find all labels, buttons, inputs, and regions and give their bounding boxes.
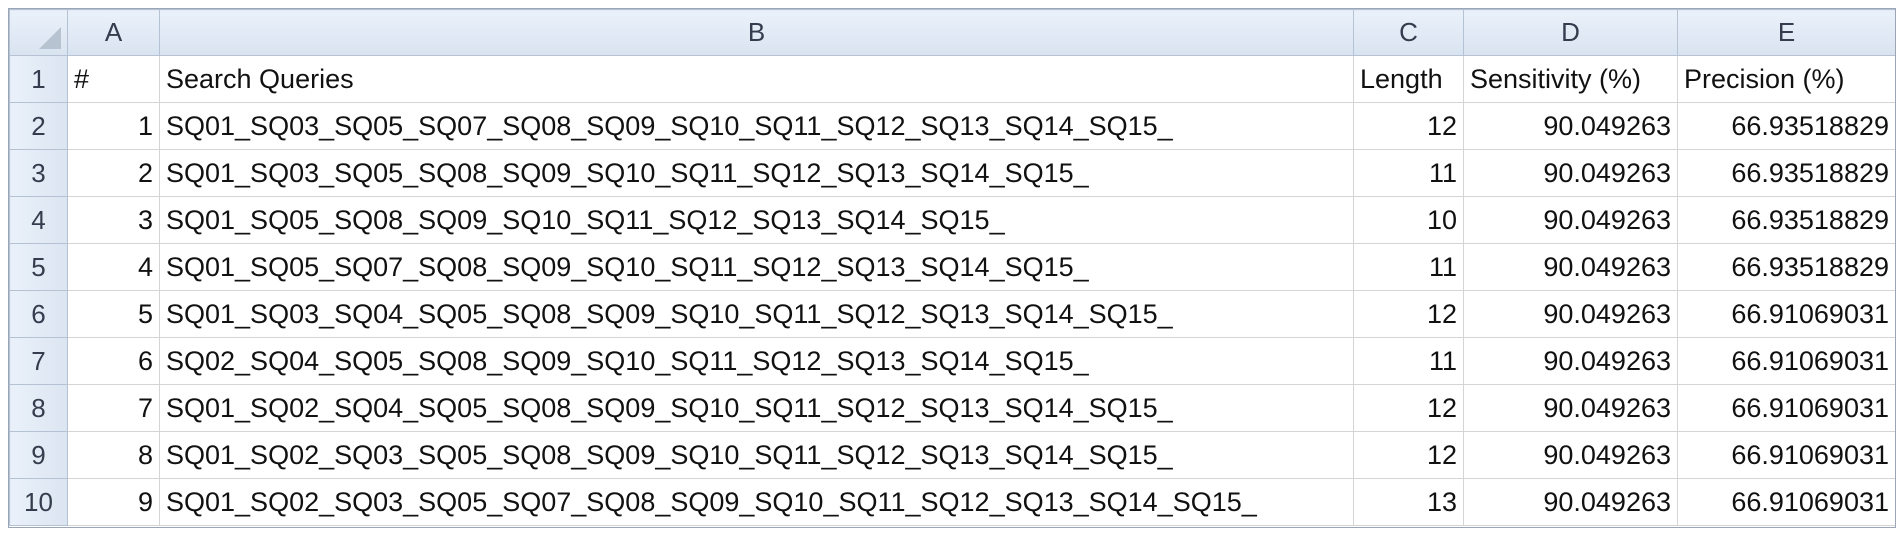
cell-e[interactable]: 66.93518829	[1677, 149, 1895, 197]
cell-c[interactable]: 12	[1353, 102, 1464, 150]
select-all-triangle-icon	[39, 27, 61, 49]
cell-b[interactable]: SQ01_SQ03_SQ05_SQ08_SQ09_SQ10_SQ11_SQ12_…	[159, 149, 1354, 197]
cell-c[interactable]: 11	[1353, 243, 1464, 291]
cell-b1[interactable]: Search Queries	[159, 55, 1354, 103]
cell-b[interactable]: SQ01_SQ02_SQ03_SQ05_SQ08_SQ09_SQ10_SQ11_…	[159, 431, 1354, 479]
sheet-row: 8 7 SQ01_SQ02_SQ04_SQ05_SQ08_SQ09_SQ10_SQ1…	[9, 384, 1895, 432]
sheet-row: 9 8 SQ01_SQ02_SQ03_SQ05_SQ08_SQ09_SQ10_SQ1…	[9, 431, 1895, 479]
cell-c[interactable]: 11	[1353, 337, 1464, 385]
cell-c[interactable]: 12	[1353, 431, 1464, 479]
column-header-d[interactable]: D	[1463, 9, 1678, 56]
column-header-row: A B C D E	[9, 9, 1895, 56]
column-header-a[interactable]: A	[67, 9, 160, 56]
cell-b[interactable]: SQ01_SQ02_SQ03_SQ05_SQ07_SQ08_SQ09_SQ10_…	[159, 478, 1354, 526]
cell-b[interactable]: SQ01_SQ05_SQ07_SQ08_SQ09_SQ10_SQ11_SQ12_…	[159, 243, 1354, 291]
sheet-row: 7 6 SQ02_SQ04_SQ05_SQ08_SQ09_SQ10_SQ11_SQ1…	[9, 337, 1895, 385]
cell-a[interactable]: 8	[67, 431, 160, 479]
row-header[interactable]: 7	[9, 337, 68, 385]
cell-a[interactable]: 7	[67, 384, 160, 432]
cell-e[interactable]: 66.93518829	[1677, 102, 1895, 150]
cell-b[interactable]: SQ02_SQ04_SQ05_SQ08_SQ09_SQ10_SQ11_SQ12_…	[159, 337, 1354, 385]
cell-d[interactable]: 90.049263	[1463, 337, 1678, 385]
cell-a[interactable]: 1	[67, 102, 160, 150]
cell-a[interactable]: 5	[67, 290, 160, 338]
cell-d[interactable]: 90.049263	[1463, 478, 1678, 526]
cell-c[interactable]: 12	[1353, 290, 1464, 338]
cell-d[interactable]: 90.049263	[1463, 384, 1678, 432]
cell-e[interactable]: 66.91069031	[1677, 290, 1895, 338]
cell-e[interactable]: 66.91069031	[1677, 431, 1895, 479]
cell-e[interactable]: 66.91069031	[1677, 384, 1895, 432]
cell-d[interactable]: 90.049263	[1463, 243, 1678, 291]
cell-table: A B C D E 1 # Search Queries Length Sens…	[9, 9, 1895, 526]
spreadsheet-grid: A B C D E 1 # Search Queries Length Sens…	[8, 8, 1896, 528]
row-header[interactable]: 8	[9, 384, 68, 432]
cell-c[interactable]: 13	[1353, 478, 1464, 526]
sheet-row: 3 2 SQ01_SQ03_SQ05_SQ08_SQ09_SQ10_SQ11_SQ1…	[9, 149, 1895, 197]
column-header-e[interactable]: E	[1677, 9, 1895, 56]
cell-d[interactable]: 90.049263	[1463, 149, 1678, 197]
cell-c[interactable]: 12	[1353, 384, 1464, 432]
cell-b[interactable]: SQ01_SQ02_SQ04_SQ05_SQ08_SQ09_SQ10_SQ11_…	[159, 384, 1354, 432]
cell-e[interactable]: 66.91069031	[1677, 478, 1895, 526]
cell-e1[interactable]: Precision (%)	[1677, 55, 1895, 103]
sheet-row: 2 1 SQ01_SQ03_SQ05_SQ07_SQ08_SQ09_SQ10_SQ1…	[9, 102, 1895, 150]
row-header[interactable]: 9	[9, 431, 68, 479]
sheet-row: 1 # Search Queries Length Sensitivity (%…	[9, 55, 1895, 103]
cell-d[interactable]: 90.049263	[1463, 102, 1678, 150]
sheet-row: 6 5 SQ01_SQ03_SQ04_SQ05_SQ08_SQ09_SQ10_SQ1…	[9, 290, 1895, 338]
column-header-c[interactable]: C	[1353, 9, 1464, 56]
cell-a[interactable]: 2	[67, 149, 160, 197]
cell-a1[interactable]: #	[67, 55, 160, 103]
row-header[interactable]: 4	[9, 196, 68, 244]
select-all-corner[interactable]	[9, 9, 68, 56]
cell-a[interactable]: 3	[67, 196, 160, 244]
cell-c1[interactable]: Length	[1353, 55, 1464, 103]
sheet-row: 10 9 SQ01_SQ02_SQ03_SQ05_SQ07_SQ08_SQ09_SQ…	[9, 478, 1895, 526]
cell-c[interactable]: 11	[1353, 149, 1464, 197]
row-header[interactable]: 5	[9, 243, 68, 291]
sheet-row: 5 4 SQ01_SQ05_SQ07_SQ08_SQ09_SQ10_SQ11_SQ1…	[9, 243, 1895, 291]
cell-a[interactable]: 4	[67, 243, 160, 291]
sheet-row: 4 3 SQ01_SQ05_SQ08_SQ09_SQ10_SQ11_SQ12_SQ1…	[9, 196, 1895, 244]
cell-e[interactable]: 66.93518829	[1677, 196, 1895, 244]
cell-d[interactable]: 90.049263	[1463, 290, 1678, 338]
cell-e[interactable]: 66.91069031	[1677, 337, 1895, 385]
cell-d[interactable]: 90.049263	[1463, 196, 1678, 244]
cell-a[interactable]: 9	[67, 478, 160, 526]
cell-b[interactable]: SQ01_SQ05_SQ08_SQ09_SQ10_SQ11_SQ12_SQ13_…	[159, 196, 1354, 244]
cell-c[interactable]: 10	[1353, 196, 1464, 244]
cell-b[interactable]: SQ01_SQ03_SQ05_SQ07_SQ08_SQ09_SQ10_SQ11_…	[159, 102, 1354, 150]
cell-b[interactable]: SQ01_SQ03_SQ04_SQ05_SQ08_SQ09_SQ10_SQ11_…	[159, 290, 1354, 338]
row-header[interactable]: 2	[9, 102, 68, 150]
cell-d1[interactable]: Sensitivity (%)	[1463, 55, 1678, 103]
cell-d[interactable]: 90.049263	[1463, 431, 1678, 479]
row-header[interactable]: 10	[9, 478, 68, 526]
row-header[interactable]: 1	[9, 55, 68, 103]
cell-a[interactable]: 6	[67, 337, 160, 385]
column-header-b[interactable]: B	[159, 9, 1354, 56]
row-header[interactable]: 6	[9, 290, 68, 338]
cell-e[interactable]: 66.93518829	[1677, 243, 1895, 291]
row-header[interactable]: 3	[9, 149, 68, 197]
